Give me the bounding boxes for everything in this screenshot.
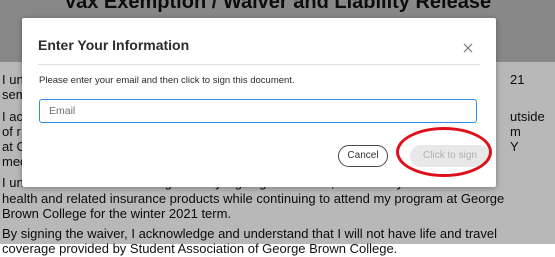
email-field[interactable] (39, 99, 477, 123)
enter-information-dialog: Enter Your Information Please enter your… (22, 18, 496, 187)
dialog-divider (38, 64, 480, 65)
cancel-button[interactable]: Cancel (338, 145, 388, 167)
dialog-message: Please enter your email and then click t… (39, 75, 295, 86)
close-icon[interactable] (460, 40, 476, 56)
click-to-sign-button[interactable]: Click to sign (410, 145, 490, 167)
dialog-title: Enter Your Information (38, 37, 190, 53)
